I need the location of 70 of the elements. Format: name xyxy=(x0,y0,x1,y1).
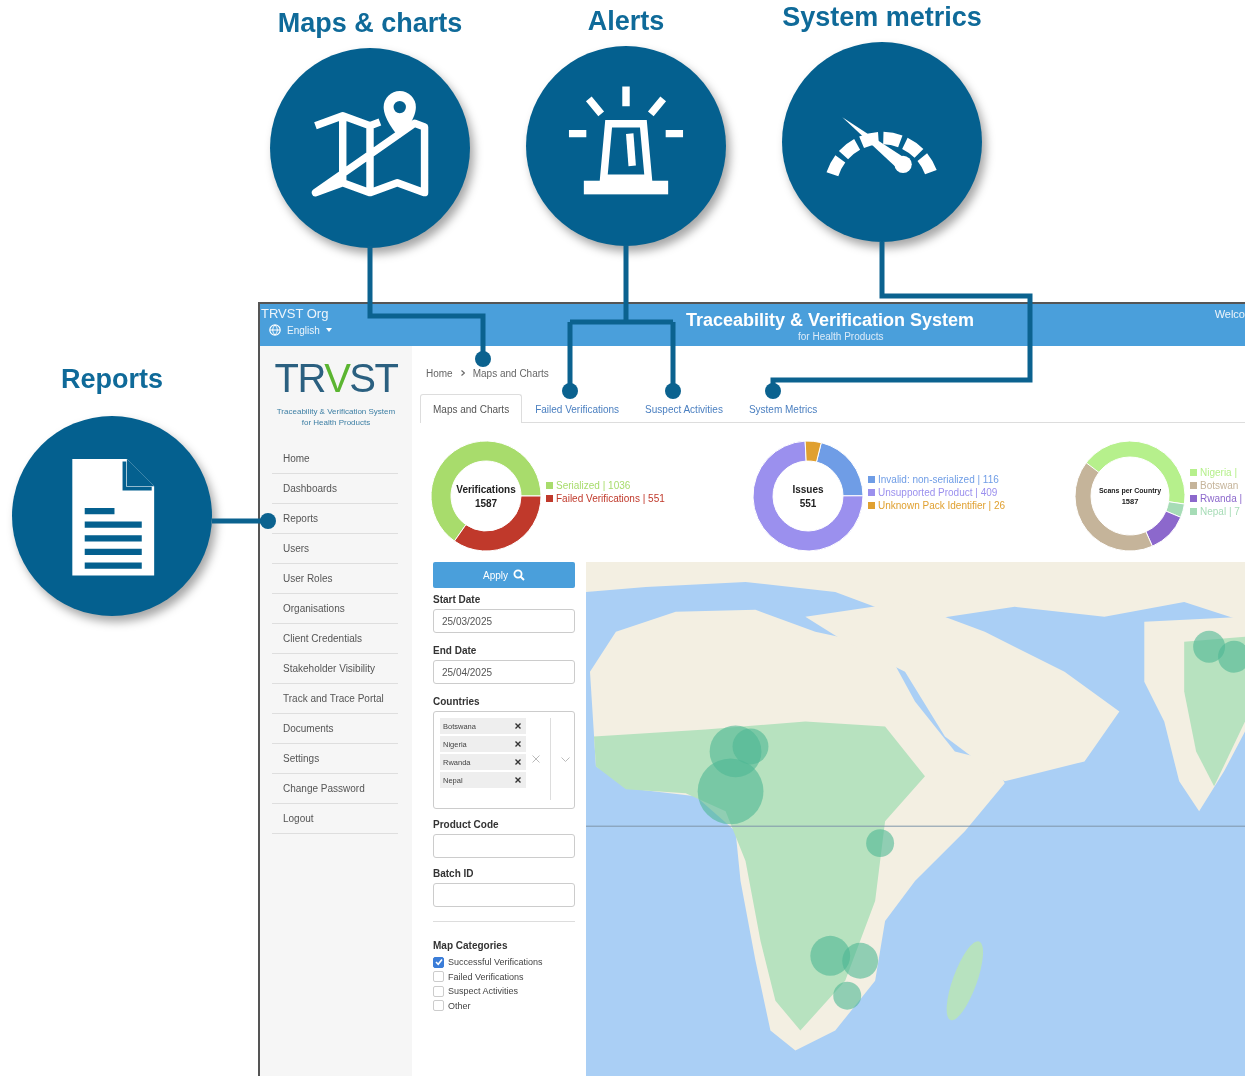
checkbox[interactable] xyxy=(433,971,444,983)
nav-item[interactable]: User Roles xyxy=(272,564,398,594)
field-label: Start Date xyxy=(433,594,482,606)
section-label: Map Categories xyxy=(433,940,509,952)
callout-title: Alerts xyxy=(587,6,665,36)
callout-title: System metrics xyxy=(782,2,982,32)
breadcrumb-link[interactable]: Home xyxy=(426,367,453,379)
tab[interactable]: System Metrics xyxy=(735,394,831,423)
date-field[interactable]: 25/03/2025 xyxy=(433,609,575,633)
remove-icon xyxy=(515,777,521,783)
nav-item[interactable]: Track and Trace Portal xyxy=(272,684,398,714)
chevron-down-icon xyxy=(561,756,570,762)
tab[interactable]: Failed Verifications xyxy=(522,394,633,423)
batch-id-field[interactable] xyxy=(433,883,575,907)
nav-item[interactable]: Settings xyxy=(272,744,398,774)
logo-text: TRVST xyxy=(274,358,398,398)
search-icon xyxy=(513,569,525,581)
legend-label: Invalid: non-serialized | 116 xyxy=(878,473,999,485)
legend-label: Botswan xyxy=(1200,480,1239,491)
chevron-right-icon xyxy=(460,370,465,376)
checkbox-label: Failed Verifications xyxy=(448,971,524,982)
checkbox-label: Suspect Activities xyxy=(448,986,519,997)
legend-label: Nepal | 7 xyxy=(1200,506,1240,517)
remove-icon xyxy=(515,723,521,729)
org-name: TRVST Org xyxy=(261,306,330,321)
tab[interactable]: Suspect Activities xyxy=(632,394,736,423)
legend-label: Rwanda | xyxy=(1200,493,1243,504)
app-subtitle: for Health Products xyxy=(798,331,885,342)
field-label: Batch ID xyxy=(433,868,475,880)
legend-label: Unknown Pack Identifier | 26 xyxy=(878,499,1006,511)
nav-item[interactable]: Documents xyxy=(272,714,398,744)
legend-label: Failed Verifications | 551 xyxy=(556,493,665,504)
nav-item[interactable]: Logout xyxy=(272,804,398,834)
nav-item[interactable]: Stakeholder Visibility xyxy=(272,654,398,684)
nav-item[interactable]: Client Credentials xyxy=(272,624,398,654)
checkbox[interactable] xyxy=(433,1000,444,1012)
nav-item[interactable]: Home xyxy=(272,444,398,474)
legend-label: Serialized | 1036 xyxy=(556,480,631,491)
product-code-field[interactable] xyxy=(433,834,575,858)
checkbox[interactable] xyxy=(433,985,444,997)
field-label: Product Code xyxy=(433,819,500,831)
check-icon xyxy=(434,958,443,967)
nav-item[interactable]: Organisations xyxy=(272,594,398,624)
chart-title: Issues xyxy=(792,483,824,495)
caret-icon xyxy=(325,328,332,332)
legend-label: Unsupported Product | 409 xyxy=(878,486,998,498)
checkbox-label: Other xyxy=(448,1000,471,1011)
legend-label: Nigeria | xyxy=(1200,467,1238,478)
date-field[interactable]: 25/04/2025 xyxy=(433,660,575,684)
checkbox-label: Successful Verifications xyxy=(448,957,543,968)
chart-title: Verifications xyxy=(456,483,516,495)
breadcrumb-link[interactable]: Maps and Charts xyxy=(472,367,549,379)
nav-item[interactable]: Change Password xyxy=(272,774,398,804)
welcome-text: Welco xyxy=(1214,307,1245,322)
callout-title: Maps & charts xyxy=(277,8,463,38)
globe-icon xyxy=(269,324,281,336)
field-label: End Date xyxy=(433,645,478,657)
logo-tagline: Traceability & Verification System for Health Products xyxy=(276,406,396,428)
remove-icon xyxy=(515,759,521,765)
chart-total: 551 xyxy=(799,497,817,509)
remove-icon xyxy=(515,741,521,747)
chart-total: 1587 xyxy=(474,497,498,509)
app-title: Traceability & Verification System xyxy=(686,309,975,331)
clear-icon xyxy=(532,755,540,763)
nav-item[interactable]: Users xyxy=(272,534,398,564)
tab[interactable]: Maps and Charts xyxy=(420,394,523,423)
nav-item[interactable]: Dashboards xyxy=(272,474,398,504)
callout-title: Reports xyxy=(61,364,163,394)
checkbox[interactable] xyxy=(433,956,444,968)
field-label: Countries xyxy=(433,696,481,708)
